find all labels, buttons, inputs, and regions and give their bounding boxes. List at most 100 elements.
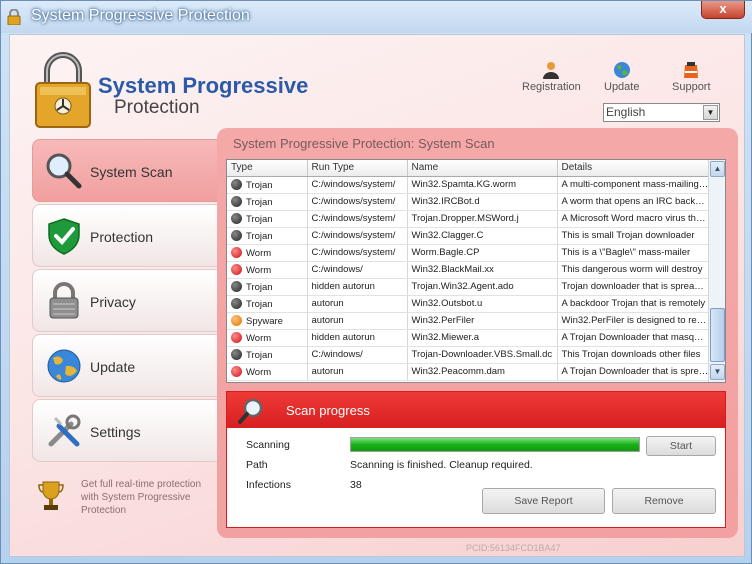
path-label: Path bbox=[246, 459, 268, 471]
chevron-up-icon[interactable]: ▲ bbox=[710, 161, 725, 177]
chevron-down-icon[interactable]: ▼ bbox=[710, 364, 725, 380]
cell-details: A Microsoft Word macro virus that drops bbox=[557, 210, 710, 228]
infections-label: Infections bbox=[246, 479, 291, 491]
cell-details: Trojan downloader that is spreading bbox=[557, 278, 710, 296]
lifebuoy-icon bbox=[684, 62, 699, 78]
cell-type: Trojan bbox=[227, 227, 308, 245]
nav-item-settings[interactable]: Settings bbox=[32, 399, 218, 462]
start-button[interactable]: Start bbox=[646, 436, 716, 456]
trophy-icon bbox=[38, 481, 64, 510]
threat-type: Spyware bbox=[246, 315, 283, 327]
scanning-label: Scanning bbox=[246, 439, 290, 451]
threat-status-icon bbox=[231, 246, 242, 258]
cell-details: Win32.PerFiler is designed to record bbox=[557, 312, 710, 330]
table-row[interactable]: Worm C:/windows/system/Worm.Bagle.CP This … bbox=[227, 244, 710, 262]
threat-status-icon bbox=[231, 331, 242, 343]
close-button[interactable]: x bbox=[701, 1, 745, 19]
magnifier-icon bbox=[238, 398, 263, 424]
lock-icon bbox=[7, 9, 21, 25]
table-row[interactable]: Trojan C:/windows/system/Win32.Spamta.KG.… bbox=[227, 176, 710, 194]
threat-status-icon bbox=[231, 348, 242, 360]
threat-status-icon bbox=[231, 229, 242, 241]
support-link[interactable]: Support bbox=[672, 61, 711, 93]
scan-progress-bar bbox=[350, 437, 640, 452]
table-row[interactable]: Worm C:/windows/Win32.BlackMail.xx This da… bbox=[227, 261, 710, 279]
vertical-scrollbar[interactable]: ▲ ▼ bbox=[708, 160, 725, 382]
shield-icon bbox=[48, 218, 80, 255]
scan-progress-header: Scan progress bbox=[227, 392, 725, 428]
results-table[interactable]: Type Run Type Name Details Trojan C:/wind… bbox=[226, 159, 726, 383]
threat-status-icon bbox=[231, 280, 242, 292]
column-header-name[interactable]: Name bbox=[407, 160, 558, 177]
remove-button[interactable]: Remove bbox=[612, 488, 716, 514]
table-row[interactable]: Trojan C:/windows/system/Trojan.Dropper.M… bbox=[227, 210, 710, 228]
cell-run-type: autorun bbox=[307, 295, 408, 313]
table-header-row: Type Run Type Name Details bbox=[227, 160, 710, 177]
cell-name: Worm.Bagle.CP bbox=[407, 244, 558, 262]
nav-label: Update bbox=[90, 359, 136, 375]
nav-item-protection[interactable]: Protection bbox=[32, 204, 218, 267]
table-row[interactable]: Spyware autorun Win32.PerFiler Win32.PerFil… bbox=[227, 312, 710, 330]
threat-status-icon bbox=[231, 263, 242, 275]
scan-progress-title: Scan progress bbox=[286, 403, 370, 418]
cell-type: Spyware bbox=[227, 312, 308, 330]
table-row[interactable]: Trojan C:/windows/Trojan-Downloader.VBS.S… bbox=[227, 346, 710, 364]
scan-progress-box: Scan progress Scanning Start Path Scanni… bbox=[226, 391, 726, 528]
nav-item-update[interactable]: Update bbox=[32, 334, 218, 397]
nav-item-system-scan[interactable]: System Scan bbox=[32, 139, 218, 202]
language-value: English bbox=[606, 105, 646, 119]
threat-status-icon bbox=[231, 212, 242, 224]
threat-type: Trojan bbox=[246, 230, 273, 242]
threat-type: Trojan bbox=[246, 298, 273, 310]
brand-subtitle: Protection bbox=[114, 97, 200, 118]
nav-label: Protection bbox=[90, 229, 154, 245]
threat-type: Worm bbox=[246, 332, 272, 344]
table-row[interactable]: Trojan hidden autorun Trojan.Win32.Agent.a… bbox=[227, 278, 710, 296]
cell-details: This is a \"Bagle\" mass-mailer bbox=[557, 244, 710, 262]
brand-title: System Progressive bbox=[98, 73, 309, 98]
cell-run-type: hidden autorun bbox=[307, 278, 408, 296]
language-select[interactable]: English ▼ bbox=[603, 103, 720, 122]
table-row[interactable]: Trojan C:/windows/system/Win32.Clagger.C T… bbox=[227, 227, 710, 245]
cell-name: Win32.BlackMail.xx bbox=[407, 261, 558, 279]
cell-name: Win32.Outsbot.u bbox=[407, 295, 558, 313]
panel-title: System Progressive Protection: System Sc… bbox=[233, 136, 495, 151]
column-header-type[interactable]: Type bbox=[227, 160, 308, 177]
globe-icon bbox=[613, 62, 630, 78]
cell-run-type: autorun bbox=[307, 312, 408, 330]
table-row[interactable]: Worm autorun Win32.Peacomm.dam A Trojan Dow… bbox=[227, 363, 710, 381]
cell-details: A worm that opens an IRC backdoor bbox=[557, 193, 710, 211]
threat-type: Trojan bbox=[246, 179, 273, 191]
threat-status-icon bbox=[231, 297, 242, 309]
progress-fill bbox=[351, 438, 639, 451]
cell-run-type: C:/windows/system/ bbox=[307, 193, 408, 211]
person-icon bbox=[543, 62, 560, 79]
registration-link[interactable]: Registration bbox=[522, 61, 581, 93]
cell-type: Worm bbox=[227, 329, 308, 347]
cell-type: Trojan bbox=[227, 193, 308, 211]
table-row[interactable]: Worm hidden autorun Win32.Miewer.a A Trojan… bbox=[227, 329, 710, 347]
cell-name: Trojan-Downloader.VBS.Small.dc bbox=[407, 346, 558, 364]
threat-type: Worm bbox=[246, 366, 272, 378]
update-link[interactable]: Update bbox=[604, 61, 639, 93]
cell-details: A multi-component mass-mailing worm bbox=[557, 176, 710, 194]
threat-type: Trojan bbox=[246, 281, 273, 293]
scrollbar-thumb[interactable] bbox=[710, 308, 725, 362]
magnifier-icon bbox=[46, 153, 82, 189]
padlock-icon bbox=[49, 282, 79, 319]
table-row[interactable]: Trojan C:/windows/system/Win32.IRCBot.d A … bbox=[227, 193, 710, 211]
table-row[interactable]: Trojan autorun Win32.Outsbot.u A backdoor T… bbox=[227, 295, 710, 313]
registration-label: Registration bbox=[522, 81, 581, 93]
padlock-logo-icon bbox=[35, 52, 91, 128]
nav-item-privacy[interactable]: Privacy bbox=[32, 269, 218, 332]
column-header-run-type[interactable]: Run Type bbox=[307, 160, 408, 177]
chevron-down-icon[interactable]: ▼ bbox=[703, 105, 718, 120]
save-report-button[interactable]: Save Report bbox=[482, 488, 605, 514]
title-bar[interactable]: System Progressive Protection x bbox=[1, 1, 752, 33]
client-area: System Progressive Protection Registrati… bbox=[9, 34, 745, 557]
cell-name: Win32.Miewer.a bbox=[407, 329, 558, 347]
cell-type: Trojan bbox=[227, 295, 308, 313]
cell-type: Trojan bbox=[227, 346, 308, 364]
threat-status-icon bbox=[231, 195, 242, 207]
column-header-details[interactable]: Details bbox=[557, 160, 710, 177]
